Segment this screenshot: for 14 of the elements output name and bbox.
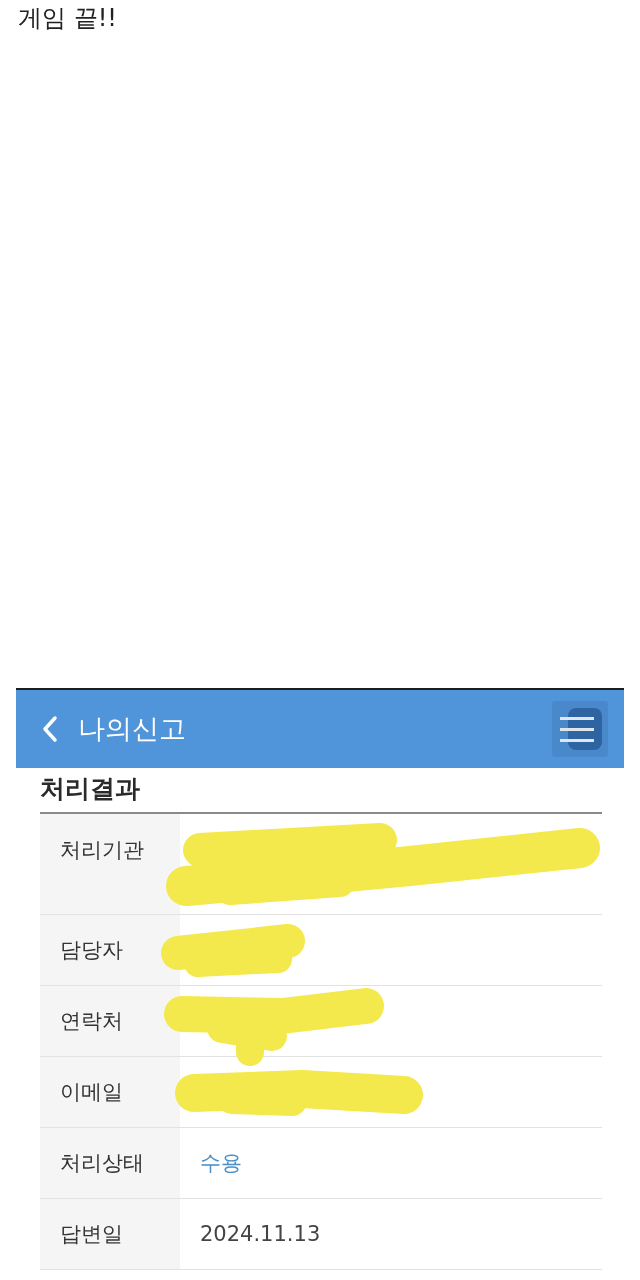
field-label: 답변일 <box>60 1221 123 1248</box>
status-value: 수용 <box>200 1150 242 1177</box>
menu-icon <box>558 708 602 750</box>
field-label: 처리상태 <box>60 1150 144 1177</box>
field-label: 이메일 <box>60 1079 123 1106</box>
post-text: 게임 끝!! <box>18 3 117 34</box>
field-label: 처리기관 <box>60 837 144 864</box>
field-label: 담당자 <box>60 937 123 964</box>
date-value: 2024.11.13 <box>200 1222 321 1246</box>
field-label: 연락처 <box>60 1008 123 1035</box>
chevron-left-icon <box>42 715 58 743</box>
menu-button[interactable] <box>552 701 608 757</box>
section-title: 처리결과 <box>40 773 140 805</box>
header-title: 나의신고 <box>78 712 187 746</box>
